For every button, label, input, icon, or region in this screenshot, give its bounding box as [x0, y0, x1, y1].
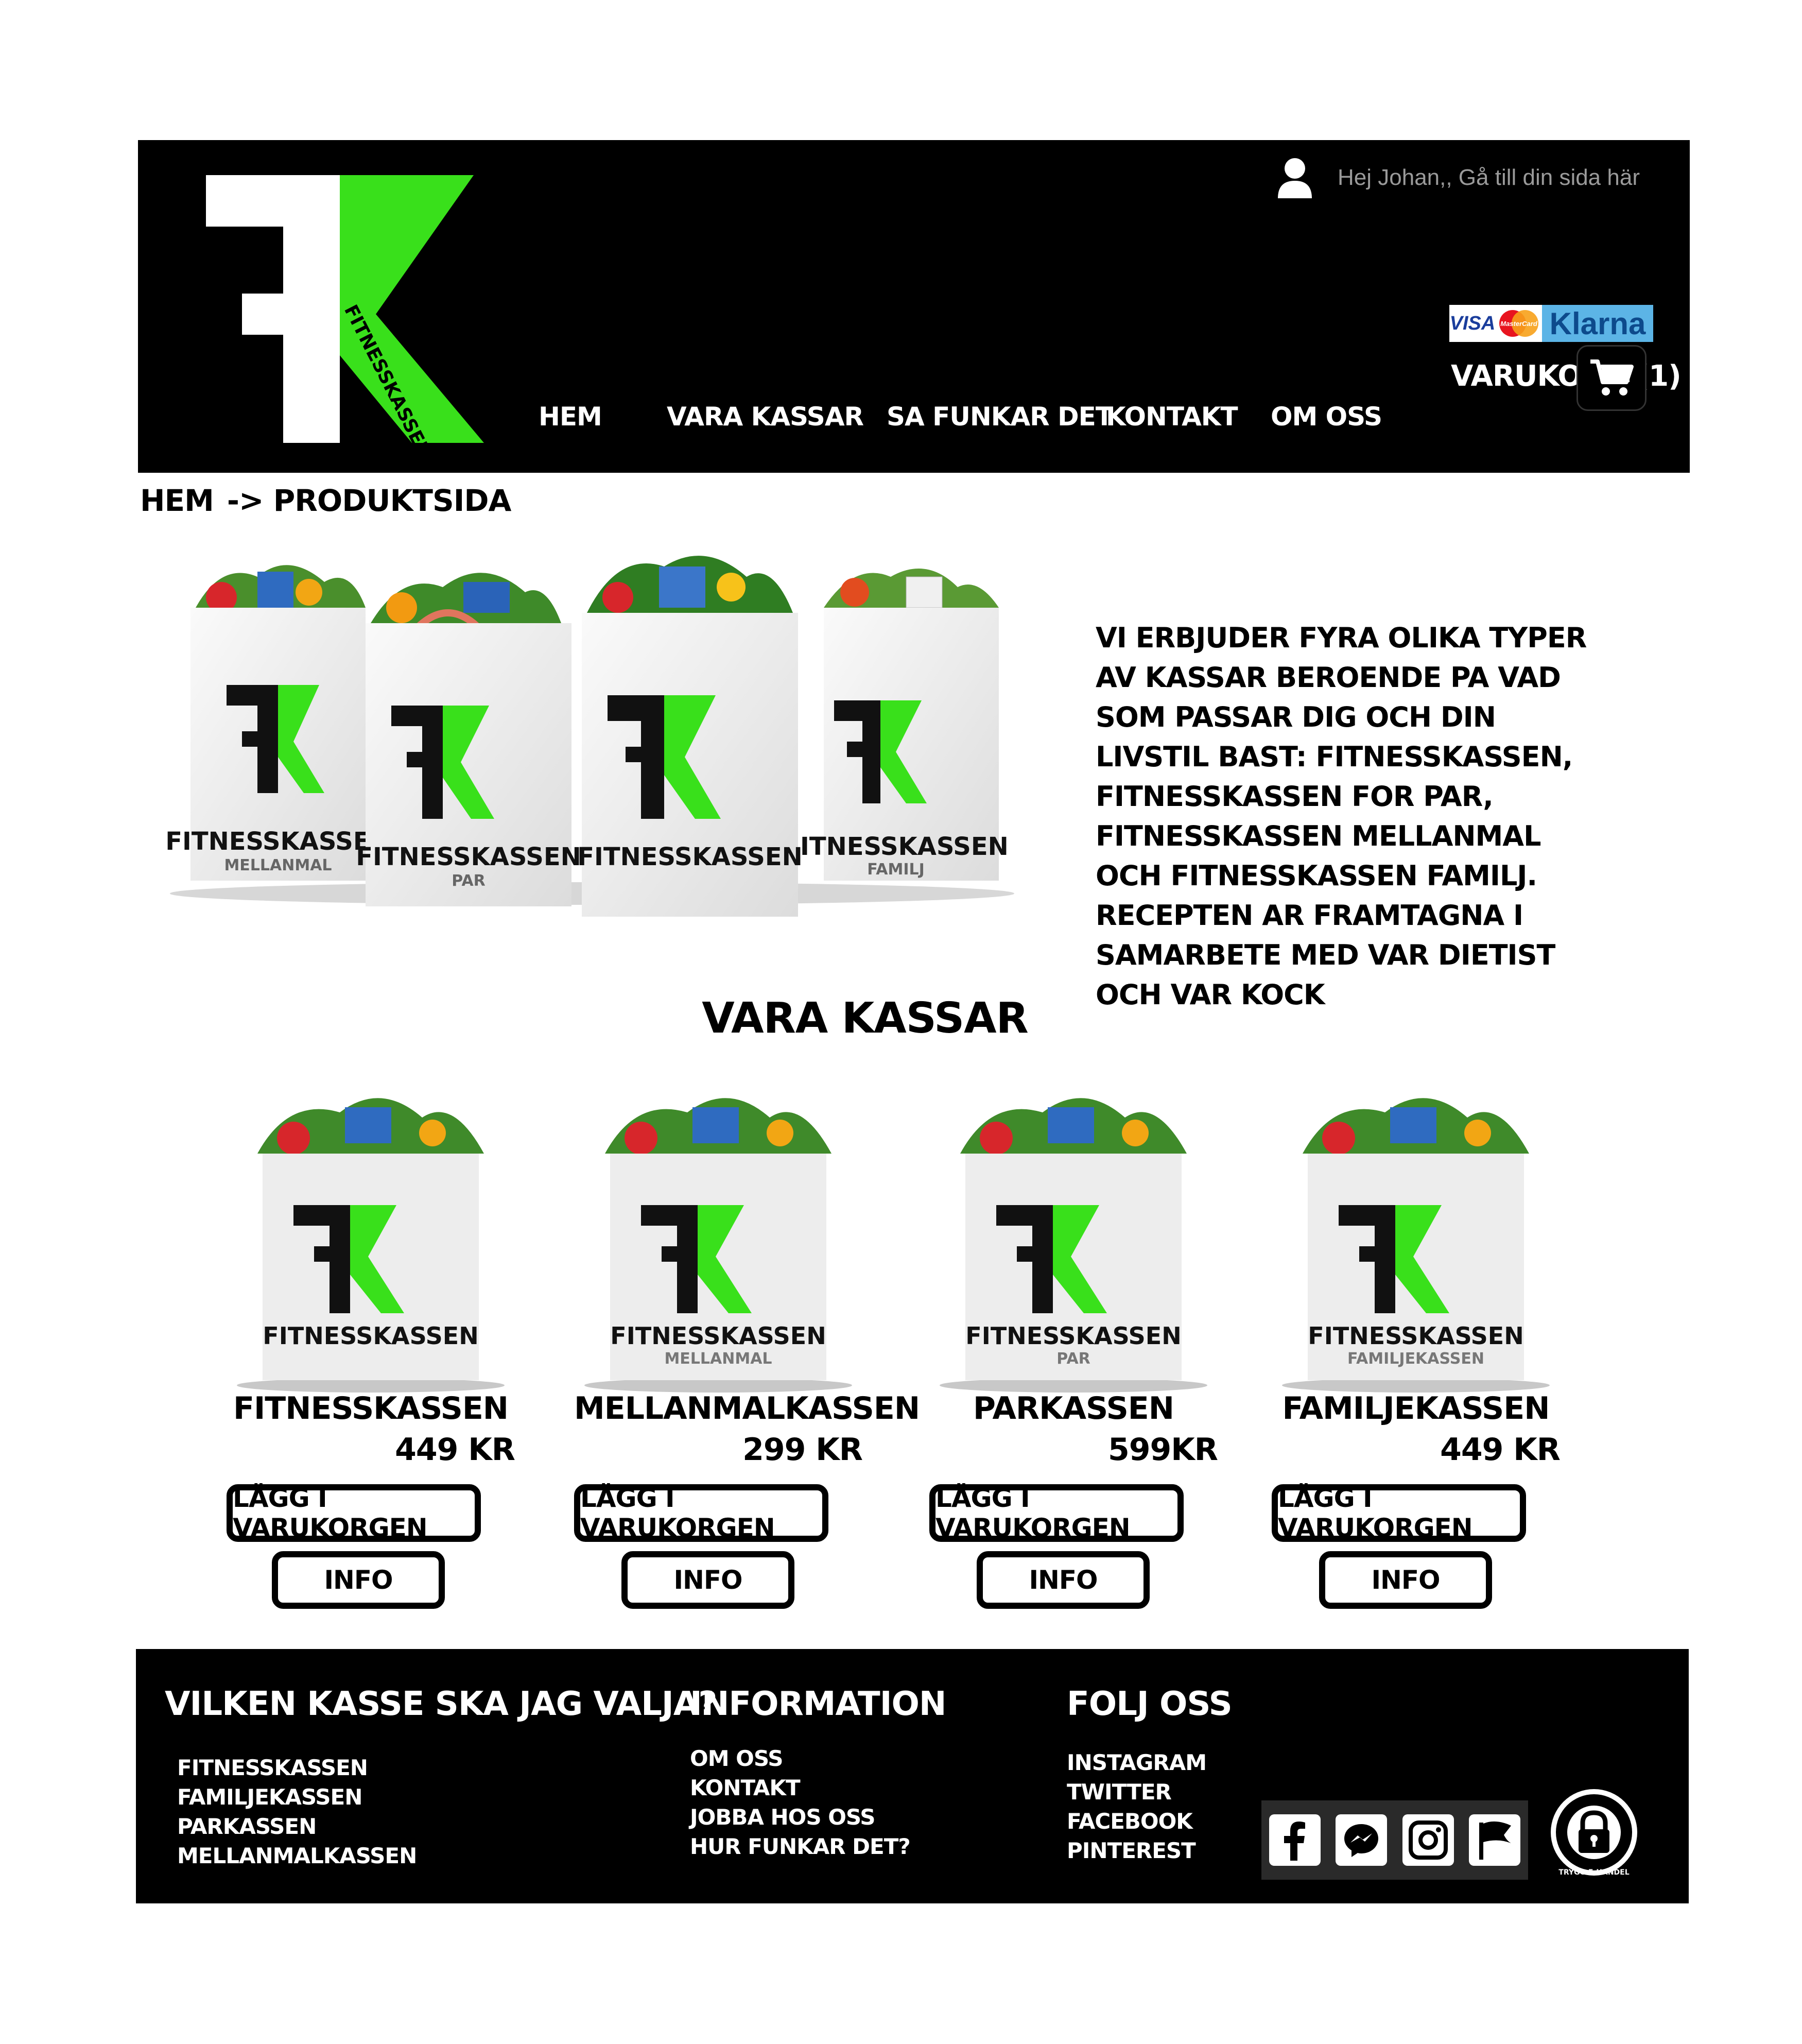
- payment-logos: VISA MasterCard Klarna: [1449, 305, 1653, 342]
- product-name[interactable]: PARKASSEN: [929, 1390, 1218, 1427]
- footer-link[interactable]: PINTEREST: [1067, 1836, 1206, 1865]
- footer-links-social: INSTAGRAM TWITTER FACEBOOK PINTEREST: [1067, 1748, 1207, 1865]
- product-card-mellanmalkassen: FITNESSKASSEN MELLANMAL MELLANMALKASSEN …: [574, 1076, 920, 1622]
- hero-bag-mellanmal: FITNESSKASSEN MELLANMAL: [165, 565, 391, 881]
- add-to-cart-button[interactable]: LÄGG I VARUKORGEN: [227, 1483, 481, 1543]
- svg-text:FITNESSKASSEN: FITNESSKASSEN: [1308, 1322, 1523, 1350]
- breadcrumb: HEM -> PRODUKTSIDA: [140, 483, 511, 518]
- svg-text:FITNESSKASSEN: FITNESSKASSEN: [965, 1322, 1181, 1350]
- product-name[interactable]: FITNESSKASSEN: [227, 1390, 515, 1427]
- cart-button[interactable]: [1576, 345, 1647, 411]
- product-image[interactable]: FITNESSKASSEN: [227, 1076, 515, 1396]
- shopping-cart-icon: [1590, 359, 1634, 396]
- product-name[interactable]: MELLANMALKASSEN: [574, 1390, 920, 1427]
- user-account-link[interactable]: Hej Johan,, Gå till din sida här: [1277, 149, 1640, 206]
- svg-text:MELLANMAL: MELLANMAL: [224, 856, 332, 874]
- footer-link[interactable]: FITNESSKASSEN: [177, 1753, 417, 1782]
- footer-link[interactable]: OM OSS: [690, 1744, 910, 1773]
- footer-link[interactable]: INSTAGRAM: [1067, 1748, 1207, 1777]
- hero-bags-image: FITNESSKASSEN MELLANMAL FITNESSKASSEN FA…: [165, 556, 1014, 917]
- breadcrumb-home[interactable]: HEM: [140, 483, 214, 518]
- hero-description: VI ERBJUDER FYRA OLIKA TYPER AV KASSAR B…: [1096, 622, 1587, 1011]
- product-name[interactable]: FAMILJEKASSEN: [1272, 1390, 1560, 1427]
- trygg-e-handel-badge[interactable]: TRYGG E-HANDEL: [1549, 1787, 1639, 1878]
- svg-text:FAMILJEKASSEN: FAMILJEKASSEN: [1347, 1350, 1484, 1368]
- user-greeting[interactable]: Hej Johan,, Gå till din sida här: [1338, 165, 1640, 191]
- footer-link[interactable]: JOBBA HOS OSS: [690, 1802, 910, 1832]
- svg-text:FITNESSKASSEN: FITNESSKASSEN: [610, 1322, 826, 1350]
- nav-item-kontakt[interactable]: KONTAKT: [1106, 402, 1238, 432]
- footer-title-choose-bag: VILKEN KASSE SKA JAG VALJA?: [165, 1685, 717, 1723]
- footer-link[interactable]: KONTAKT: [690, 1773, 910, 1802]
- product-price: 449 KR: [1440, 1432, 1561, 1468]
- footer-link[interactable]: PARKASSEN: [177, 1812, 417, 1841]
- svg-text:MELLANMAL: MELLANMAL: [664, 1350, 772, 1368]
- hero-bag-par: FITNESSKASSEN PAR: [356, 573, 581, 906]
- nav-item-om-oss[interactable]: OM OSS: [1271, 402, 1382, 432]
- add-to-cart-button[interactable]: LÄGG I VARUKORGEN: [929, 1483, 1184, 1543]
- product-image[interactable]: FITNESSKASSEN MELLANMAL: [574, 1076, 862, 1396]
- product-price: 449 KR: [395, 1432, 515, 1468]
- footer-link[interactable]: TWITTER: [1067, 1777, 1206, 1807]
- nav-item-vara-kassar[interactable]: VARA KASSAR: [667, 402, 864, 432]
- svg-text:FITNESSKASSEN: FITNESSKASSEN: [783, 832, 1009, 861]
- product-card-parkassen: FITNESSKASSEN PAR PARKASSEN 599KR LÄGG I…: [929, 1076, 1218, 1622]
- footer-link[interactable]: FAMILJEKASSEN: [177, 1782, 417, 1812]
- nav-item-hem[interactable]: HEM: [539, 402, 602, 432]
- svg-text:PAR: PAR: [452, 872, 486, 890]
- product-card-fitnesskassen: FITNESSKASSEN FITNESSKASSEN 449 KR LÄGG …: [227, 1076, 515, 1622]
- svg-text:PAR: PAR: [1056, 1350, 1090, 1368]
- messenger-icon[interactable]: [1336, 1814, 1388, 1866]
- footer-link[interactable]: MELLANMALKASSEN: [177, 1841, 417, 1870]
- badge-text: TRYGG E-HANDEL: [1558, 1868, 1629, 1877]
- svg-text:FAMILJ: FAMILJ: [867, 861, 925, 879]
- user-icon: [1278, 158, 1312, 198]
- flag-icon[interactable]: [1469, 1814, 1521, 1866]
- visa-logo: VISA: [1449, 305, 1496, 342]
- mastercard-logo: MasterCard: [1496, 305, 1542, 342]
- product-price: 299 KR: [742, 1432, 863, 1468]
- social-icons-bar: [1261, 1800, 1528, 1880]
- footer-link[interactable]: HUR FUNKAR DET?: [690, 1832, 911, 1861]
- svg-text:FITNESSKASSEN: FITNESSKASSEN: [356, 843, 581, 871]
- hero-bag-fitness: FITNESSKASSEN: [577, 556, 803, 917]
- product-image[interactable]: FITNESSKASSEN PAR: [929, 1076, 1218, 1396]
- add-to-cart-button[interactable]: LÄGG I VARUKORGEN: [574, 1483, 828, 1543]
- footer-links-info: OM OSS KONTAKT JOBBA HOS OSS HUR FUNKAR …: [690, 1744, 911, 1861]
- add-to-cart-button[interactable]: LÄGG I VARUKORGEN: [1272, 1483, 1526, 1543]
- hero-bag-familj: FITNESSKASSEN FAMILJ: [783, 569, 1009, 881]
- klarna-logo: Klarna: [1542, 305, 1653, 342]
- footer-links-bags: FITNESSKASSEN FAMILJEKASSEN PARKASSEN ME…: [177, 1753, 417, 1870]
- product-image[interactable]: FITNESSKASSEN FAMILJEKASSEN: [1272, 1076, 1560, 1396]
- info-button[interactable]: INFO: [621, 1551, 794, 1609]
- site-logo[interactable]: FITNESSKASSEN: [206, 175, 484, 443]
- svg-text:MasterCard: MasterCard: [1500, 320, 1538, 328]
- instagram-icon[interactable]: [1402, 1814, 1454, 1866]
- info-button[interactable]: INFO: [272, 1551, 445, 1609]
- info-button[interactable]: INFO: [977, 1551, 1150, 1609]
- product-card-familjekassen: FITNESSKASSEN FAMILJEKASSEN FAMILJEKASSE…: [1272, 1076, 1561, 1622]
- product-price: 599KR: [1108, 1432, 1218, 1468]
- footer-link[interactable]: FACEBOOK: [1067, 1807, 1206, 1836]
- footer-title-follow: FOLJ OSS: [1067, 1685, 1233, 1723]
- facebook-icon[interactable]: [1269, 1814, 1321, 1866]
- nav-item-sa-funkar-det[interactable]: SA FUNKAR DET: [887, 402, 1113, 432]
- breadcrumb-current: -> PRODUKTSIDA: [227, 483, 511, 518]
- section-title: VARA KASSAR: [702, 994, 1029, 1043]
- svg-text:FITNESSKASSEN: FITNESSKASSEN: [263, 1322, 478, 1350]
- footer-title-information: INFORMATION: [690, 1685, 946, 1723]
- svg-text:FITNESSKASSEN: FITNESSKASSEN: [577, 843, 803, 871]
- info-button[interactable]: INFO: [1319, 1551, 1492, 1609]
